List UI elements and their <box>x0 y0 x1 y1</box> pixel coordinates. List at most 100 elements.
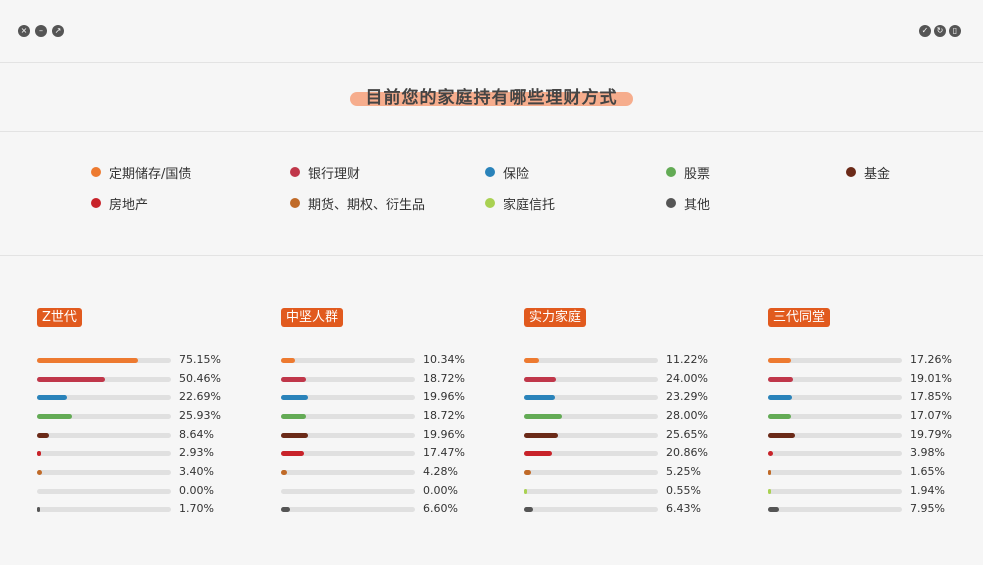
bar-track <box>281 507 415 512</box>
bar-row: 8.64% <box>37 428 237 442</box>
bar-row: 18.72% <box>281 372 481 386</box>
data-label: 1.70% <box>179 502 214 515</box>
data-label: 50.46% <box>179 372 221 385</box>
bar-row: 25.93% <box>37 409 237 423</box>
legend-label: 保险 <box>503 166 530 182</box>
data-label: 20.86% <box>666 446 708 459</box>
check-icon[interactable]: ✓ <box>919 25 931 37</box>
bar <box>37 470 42 475</box>
close-icon[interactable]: × <box>18 25 30 37</box>
bar <box>524 489 527 494</box>
bar-row: 6.43% <box>524 502 724 516</box>
data-label: 6.43% <box>666 502 701 515</box>
series-name-tag: 实力家庭 <box>524 308 587 327</box>
bar-track <box>281 433 415 438</box>
data-label: 0.00% <box>423 484 458 497</box>
data-label: 18.72% <box>423 409 465 422</box>
bar-row: 20.86% <box>524 446 724 460</box>
bar-track <box>768 507 902 512</box>
bar-row: 0.00% <box>281 484 481 498</box>
legend-swatch <box>91 198 101 208</box>
legend-swatch <box>666 167 676 177</box>
restore-icon[interactable]: ↗ <box>52 25 64 37</box>
data-label: 4.28% <box>423 465 458 478</box>
bar-row: 19.96% <box>281 390 481 404</box>
legend-label: 基金 <box>864 166 891 182</box>
minimize-icon[interactable]: – <box>35 25 47 37</box>
bar-row: 28.00% <box>524 409 724 423</box>
bar-track <box>281 451 415 456</box>
legend-swatch <box>91 167 101 177</box>
bar-track <box>524 433 658 438</box>
bar <box>524 470 532 475</box>
divider <box>0 255 983 256</box>
series-name-tag: 中坚人群 <box>281 308 344 327</box>
bar-track <box>281 489 415 494</box>
legend-item: 定期储存/国债 <box>91 164 191 182</box>
data-label: 28.00% <box>666 409 708 422</box>
data-label: 25.93% <box>179 409 221 422</box>
bar <box>281 377 307 382</box>
data-label: 19.96% <box>423 428 465 441</box>
bar-row: 19.79% <box>768 428 968 442</box>
legend-label: 家庭信托 <box>503 197 556 213</box>
bar-row: 1.65% <box>768 465 968 479</box>
legend-item: 期货、期权、衍生品 <box>290 195 425 213</box>
data-label: 5.25% <box>666 465 701 478</box>
bar <box>281 433 308 438</box>
data-label: 6.60% <box>423 502 458 515</box>
bar <box>37 414 72 419</box>
bar-row: 23.29% <box>524 390 724 404</box>
trash-icon[interactable]: ▯ <box>949 25 961 37</box>
bar-row: 17.47% <box>281 446 481 460</box>
bar <box>768 451 774 456</box>
bar-row: 1.70% <box>37 502 237 516</box>
bar-track <box>37 414 171 419</box>
data-label: 17.85% <box>910 390 952 403</box>
bar-track <box>768 414 902 419</box>
bar-track <box>281 470 415 475</box>
bar-row: 17.26% <box>768 353 968 367</box>
bar-track <box>768 489 902 494</box>
bar-track <box>524 395 658 400</box>
bar-row: 4.28% <box>281 465 481 479</box>
bar-track <box>37 358 171 363</box>
bar-row: 75.15% <box>37 353 237 367</box>
bar-track <box>524 358 658 363</box>
bar <box>524 377 557 382</box>
bar-track <box>524 507 658 512</box>
data-label: 2.93% <box>179 446 214 459</box>
legend-swatch <box>485 167 495 177</box>
bar-track <box>37 395 171 400</box>
bar <box>281 358 295 363</box>
legend-item: 保险 <box>485 164 530 182</box>
bar-row: 25.65% <box>524 428 724 442</box>
bar-track <box>281 414 415 419</box>
bar-row: 6.60% <box>281 502 481 516</box>
data-label: 19.01% <box>910 372 952 385</box>
bar <box>768 414 791 419</box>
data-label: 19.79% <box>910 428 952 441</box>
bar <box>281 414 307 419</box>
bar <box>768 377 794 382</box>
bar-track <box>37 470 171 475</box>
refresh-icon[interactable]: ↻ <box>934 25 946 37</box>
legend-label: 股票 <box>684 166 711 182</box>
legend-item: 银行理财 <box>290 164 360 182</box>
data-label: 23.29% <box>666 390 708 403</box>
data-label: 0.00% <box>179 484 214 497</box>
bar-row: 17.85% <box>768 390 968 404</box>
bar <box>524 358 540 363</box>
bar-track <box>768 377 902 382</box>
data-label: 24.00% <box>666 372 708 385</box>
bar-row: 11.22% <box>524 353 724 367</box>
data-label: 75.15% <box>179 353 221 366</box>
legend-item: 家庭信托 <box>485 195 556 213</box>
bar-row: 2.93% <box>37 446 237 460</box>
title-section: 目前您的家庭持有哪些理财方式 <box>0 62 983 132</box>
legend-swatch <box>290 167 300 177</box>
data-label: 17.47% <box>423 446 465 459</box>
data-label: 17.26% <box>910 353 952 366</box>
legend-swatch <box>290 198 300 208</box>
bar-row: 22.69% <box>37 390 237 404</box>
